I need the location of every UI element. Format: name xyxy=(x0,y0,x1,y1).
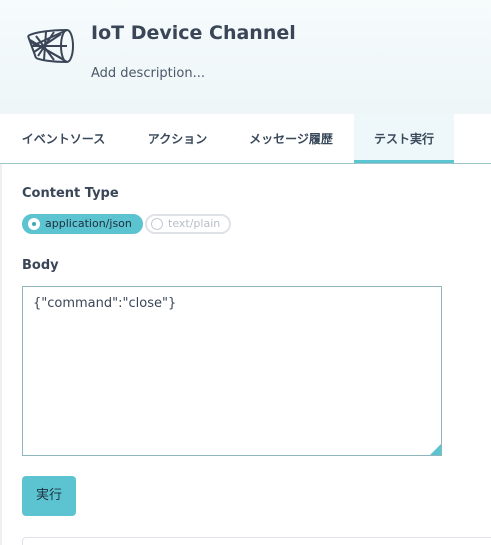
content-type-option-label: text/plain xyxy=(168,217,221,230)
page: IoT Device Channel Add description... イベ… xyxy=(0,0,491,545)
run-button[interactable]: 実行 xyxy=(22,476,76,516)
tab-action[interactable]: アクション xyxy=(127,114,228,163)
body-label: Body xyxy=(22,258,59,273)
radio-selected-icon xyxy=(28,218,40,230)
body-textarea[interactable]: {"command":"close"} xyxy=(22,286,442,456)
content-type-option-json[interactable]: application/json xyxy=(22,214,143,234)
tab-bar: イベントソース アクション メッセージ履歴 テスト実行 xyxy=(0,114,491,164)
tab-test-run[interactable]: テスト実行 xyxy=(354,114,454,163)
channel-title: IoT Device Channel xyxy=(91,22,296,44)
result-panel xyxy=(22,537,491,545)
description-field[interactable]: Add description... xyxy=(91,66,205,81)
tab-event-source[interactable]: イベントソース xyxy=(0,114,127,163)
content-type-option-text[interactable]: text/plain xyxy=(145,214,231,234)
textarea-resize-handle[interactable] xyxy=(430,444,441,455)
radio-unselected-icon xyxy=(151,218,163,230)
content-type-label: Content Type xyxy=(22,186,119,201)
channel-header: IoT Device Channel Add description... xyxy=(0,0,491,114)
basketball-net-icon xyxy=(27,29,74,63)
tab-message-history[interactable]: メッセージ履歴 xyxy=(228,114,354,163)
content-type-option-label: application/json xyxy=(45,217,132,230)
